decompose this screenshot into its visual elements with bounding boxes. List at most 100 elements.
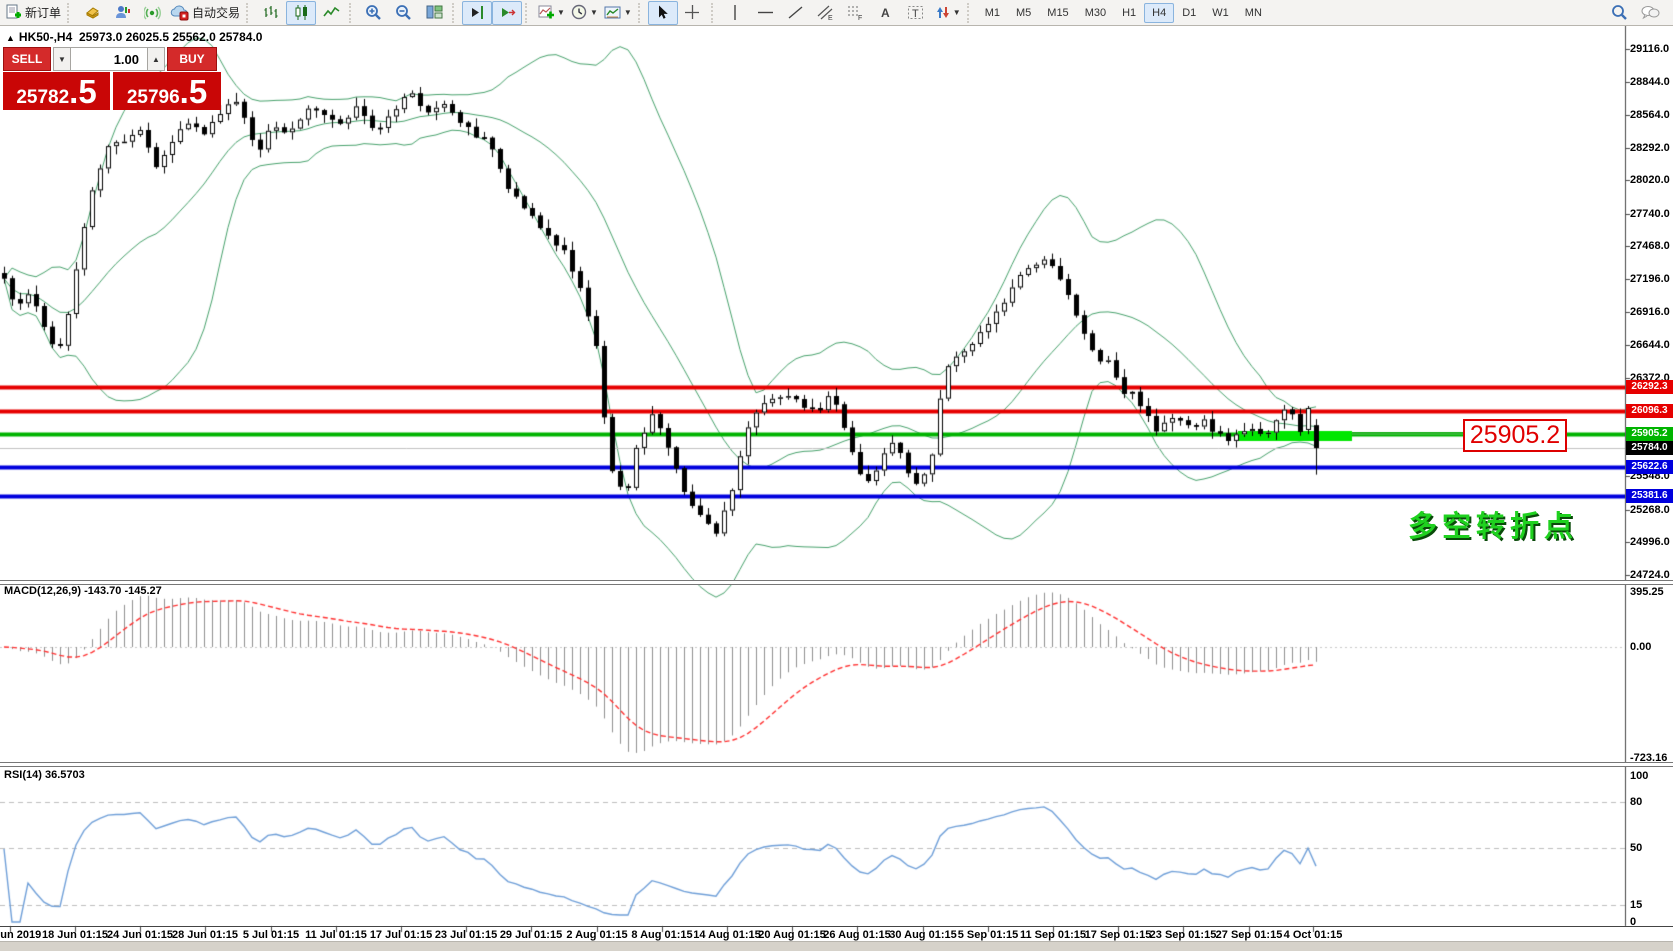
new-order-button[interactable]: 新订单: [2, 1, 64, 25]
auto-scroll-icon: [499, 4, 516, 21]
volume-increase-button[interactable]: ▲: [147, 47, 165, 71]
text-a-icon: A: [878, 4, 893, 21]
price-line-tag: 26292.3: [1626, 380, 1673, 394]
fibonacci-icon: F: [847, 4, 864, 21]
chart-ohlc-values: 25973.0 26025.5 25562.0 25784.0: [78, 30, 263, 44]
axis-tick-label: 24996.0: [1630, 536, 1670, 548]
price-level-callout[interactable]: 25905.2: [1463, 419, 1567, 452]
market-watch-button[interactable]: [77, 1, 107, 25]
zoom-in-icon: [365, 4, 383, 21]
rsi-label: RSI(14) 36.5703: [4, 769, 85, 781]
candlestick-chart-button[interactable]: [286, 0, 317, 25]
timeframe-H1[interactable]: H1: [1114, 3, 1144, 23]
auto-scroll-button[interactable]: [492, 0, 523, 25]
templates-icon: [604, 4, 622, 21]
arrows-icon: [934, 4, 951, 21]
svg-text:F: F: [858, 15, 862, 21]
separator: [349, 2, 355, 23]
svg-text:T: T: [912, 8, 919, 20]
time-tick-label: 14 Aug 01:15: [693, 929, 761, 941]
dropdown-caret: ▼: [589, 8, 598, 17]
indicators-button[interactable]: ▼: [535, 1, 568, 25]
horizontal-line-icon: [757, 4, 774, 21]
text-button[interactable]: A: [871, 1, 901, 25]
templates-button[interactable]: ▼: [601, 1, 635, 25]
periods-clock-icon: [571, 4, 588, 21]
signals-button[interactable]: [137, 1, 167, 25]
arrows-button[interactable]: ▼: [931, 1, 964, 25]
timeframe-M30[interactable]: M30: [1077, 3, 1114, 23]
panel-splitter[interactable]: [0, 580, 1673, 585]
time-tick-label: 26 Aug 01:15: [823, 929, 891, 941]
shift-chart-button[interactable]: [462, 0, 493, 25]
timeframe-M5[interactable]: M5: [1008, 3, 1039, 23]
search-button[interactable]: [1605, 1, 1635, 25]
separator: [637, 2, 644, 23]
line-chart-icon: [322, 4, 340, 21]
time-tick-label: 27 Sep 01:15: [1215, 929, 1283, 941]
text-label-icon: T: [907, 4, 924, 21]
panel-splitter[interactable]: [0, 762, 1673, 767]
time-tick-label: 20 Aug 01:15: [758, 929, 826, 941]
separator: [452, 2, 458, 23]
volume-decrease-button[interactable]: ▼: [53, 47, 71, 71]
periods-button[interactable]: ▼: [568, 1, 601, 25]
text-label-button[interactable]: T: [901, 1, 931, 25]
chat-icon: [1640, 4, 1660, 21]
chart-symbol-period: HK50-,H4: [18, 30, 73, 44]
horizontal-line-button[interactable]: [751, 1, 781, 25]
axis-tick-label: 26916.0: [1630, 306, 1670, 318]
new-order-label: 新订单: [25, 6, 62, 20]
sell-price-display[interactable]: 25782.5: [3, 72, 110, 110]
equidistant-channel-button[interactable]: E: [811, 1, 841, 25]
autotrading-button[interactable]: 自动交易: [167, 1, 243, 25]
bar-chart-button[interactable]: [256, 1, 286, 25]
buy-price-display[interactable]: 25796.5: [113, 72, 221, 110]
chat-button[interactable]: [1635, 1, 1665, 25]
tile-windows-button[interactable]: [419, 1, 449, 25]
collapse-triangle-icon[interactable]: ▲: [6, 33, 15, 43]
cursor-button[interactable]: [647, 0, 678, 25]
bar-chart-icon: [263, 4, 280, 21]
line-chart-button[interactable]: [316, 1, 346, 25]
volume-input[interactable]: 1.00: [71, 47, 147, 71]
axis-tick-label: 26644.0: [1630, 339, 1670, 351]
sell-button[interactable]: SELL: [3, 47, 51, 71]
chart-canvas[interactable]: [0, 26, 1673, 951]
axis-tick-label: 395.25: [1630, 586, 1664, 598]
indicators-icon: [538, 4, 555, 21]
trendline-button[interactable]: [781, 1, 811, 25]
spin-up-icon: ▲: [152, 54, 160, 64]
zoom-out-button[interactable]: [389, 1, 419, 25]
zoom-out-icon: [395, 4, 413, 21]
crosshair-button[interactable]: [678, 1, 708, 25]
buy-button[interactable]: BUY: [167, 47, 217, 71]
timeframe-M15[interactable]: M15: [1039, 3, 1076, 23]
zoom-in-button[interactable]: [359, 1, 389, 25]
expert-advisors-button[interactable]: [107, 1, 137, 25]
search-icon: [1611, 4, 1629, 21]
timeframe-MN[interactable]: MN: [1237, 3, 1270, 23]
timeframe-D1[interactable]: D1: [1174, 3, 1204, 23]
time-tick-label: 23 Jul 01:15: [434, 929, 498, 941]
time-tick-label: 24 Jun 01:15: [106, 929, 174, 941]
vertical-line-button[interactable]: [721, 1, 751, 25]
price-line-tag: 25905.2: [1626, 427, 1673, 441]
timeframe-H4[interactable]: H4: [1144, 2, 1175, 23]
time-tick-label: 17 Sep 01:15: [1084, 929, 1152, 941]
timeframe-W1[interactable]: W1: [1204, 3, 1237, 23]
equidistant-channel-icon: E: [817, 4, 834, 21]
time-tick-label: 28 Jun 01:15: [171, 929, 239, 941]
timeframe-M1[interactable]: M1: [977, 3, 1008, 23]
price-line-tag: 25381.6: [1626, 489, 1673, 503]
shift-chart-icon: [469, 4, 486, 21]
axis-tick-label: 25268.0: [1630, 504, 1670, 516]
turning-point-note[interactable]: 多空转折点: [1408, 503, 1578, 545]
fibonacci-button[interactable]: F: [841, 1, 871, 25]
time-tick-label: 17 Jul 01:15: [369, 929, 433, 941]
separator: [966, 2, 973, 23]
signals-icon: [143, 4, 161, 21]
chart-window: ▲ HK50-,H4 25973.0 26025.5 25562.0 25784.…: [0, 26, 1673, 951]
axis-tick-label: 80: [1630, 796, 1643, 808]
separator: [246, 2, 252, 23]
